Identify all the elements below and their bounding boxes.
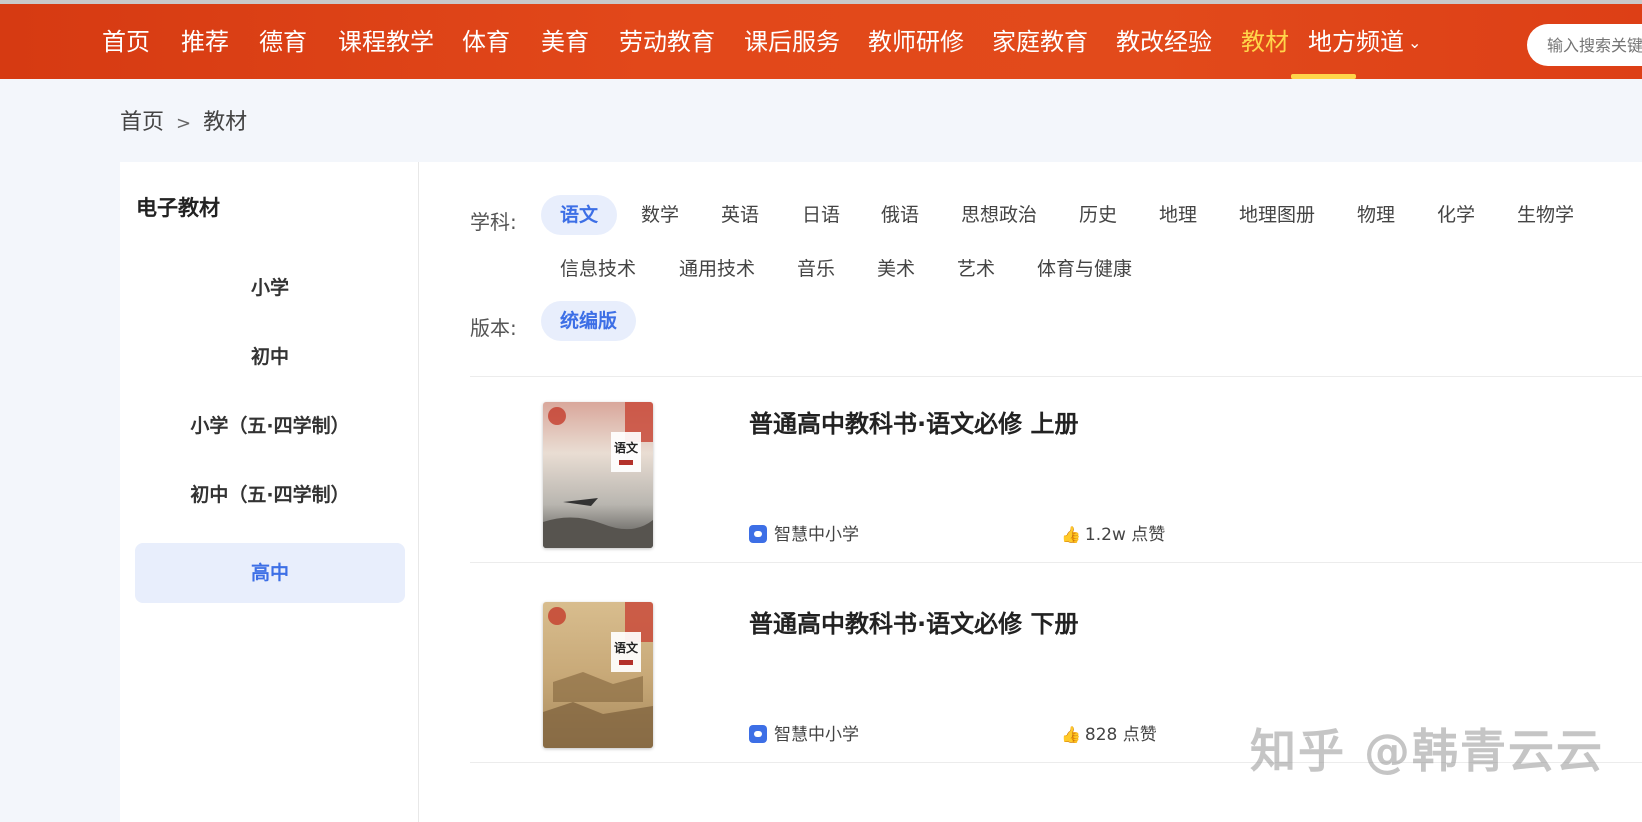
book-cover[interactable]: 语文 (543, 602, 653, 748)
divider (470, 376, 1642, 377)
breadcrumb-separator: > (176, 113, 192, 134)
thumbs-up-icon: 👍 (1061, 525, 1081, 544)
subject-chip-general-tech[interactable]: 通用技术 (679, 249, 755, 289)
like-button[interactable]: 👍 1.2w 点赞 (1061, 520, 1165, 545)
subject-chip-music[interactable]: 音乐 (797, 249, 835, 289)
subject-chip-pe-health[interactable]: 体育与健康 (1037, 249, 1132, 289)
edition-label: 版本: (470, 316, 517, 340)
book-source-label: 智慧中小学 (774, 725, 859, 745)
chevron-down-icon: ⌄ (1408, 33, 1422, 52)
book-card[interactable]: 语文 普通高中教科书·语文必修 上册 智慧中小学 👍 1.2w 点赞 (419, 390, 1642, 600)
subject-chip-physics[interactable]: 物理 (1357, 195, 1395, 235)
breadcrumb-home[interactable]: 首页 (120, 110, 164, 135)
svg-text:语文: 语文 (614, 440, 639, 455)
nav-item-recommend[interactable]: 推荐 (181, 26, 229, 58)
breadcrumb-current: 教材 (203, 110, 248, 135)
platform-icon (749, 725, 767, 743)
platform-icon (749, 525, 767, 543)
thumbs-up-icon: 👍 (1061, 725, 1081, 744)
nav-item-arts[interactable]: 美育 (541, 26, 589, 58)
like-button[interactable]: 👍 828 点赞 (1061, 720, 1157, 745)
subject-chip-art[interactable]: 艺术 (957, 249, 995, 289)
sidebar-item-primary[interactable]: 小学 (135, 258, 405, 318)
edition-chip-unified[interactable]: 统编版 (541, 301, 637, 341)
nav-item-curriculum[interactable]: 课程教学 (338, 26, 434, 58)
nav-item-moral[interactable]: 德育 (259, 26, 307, 58)
sidebar-item-primary-54[interactable]: 小学（五·四学制） (135, 396, 405, 456)
subject-chip-fine-arts[interactable]: 美术 (877, 249, 915, 289)
book-cover-image: 语文 (543, 602, 653, 748)
sidebar-item-senior[interactable]: 高中 (135, 543, 405, 603)
subject-chip-politics[interactable]: 思想政治 (961, 195, 1037, 235)
nav-item-teacher-training[interactable]: 教师研修 (868, 26, 964, 58)
breadcrumb: 首页 > 教材 (120, 104, 247, 136)
subject-chip-math[interactable]: 数学 (641, 195, 679, 235)
like-count: 1.2w 点赞 (1084, 525, 1166, 545)
subject-chip-geo-atlas[interactable]: 地理图册 (1239, 195, 1315, 235)
subject-label: 学科: (470, 210, 517, 234)
subject-chip-it[interactable]: 信息技术 (560, 249, 636, 289)
book-title[interactable]: 普通高中教科书·语文必修 上册 (749, 404, 1078, 439)
nav-item-pe[interactable]: 体育 (462, 26, 510, 58)
top-nav-bar: 首页 推荐 德育 课程教学 体育 美育 劳动教育 课后服务 教师研修 家庭教育 … (0, 0, 1642, 79)
nav-item-local[interactable]: 地方频道 ⌄ (1308, 26, 1421, 59)
subject-chip-japanese[interactable]: 日语 (802, 195, 840, 235)
subject-chip-chinese[interactable]: 语文 (541, 195, 618, 235)
nav-item-family[interactable]: 家庭教育 (992, 26, 1088, 58)
svg-text:语文: 语文 (614, 640, 639, 655)
watermark: 知乎 @韩青云云 (1250, 724, 1605, 778)
book-cover-image: 语文 (543, 402, 653, 548)
sidebar: 电子教材 小学 初中 小学（五·四学制） 初中（五·四学制） 高中 (120, 162, 419, 822)
subject-chip-chemistry[interactable]: 化学 (1437, 195, 1475, 235)
nav-item-home[interactable]: 首页 (102, 26, 150, 58)
nav-item-after-school[interactable]: 课后服务 (744, 26, 840, 58)
subject-chip-geography[interactable]: 地理 (1159, 195, 1197, 235)
search-input[interactable] (1527, 24, 1642, 66)
subject-chip-english[interactable]: 英语 (721, 195, 759, 235)
sidebar-item-junior-54[interactable]: 初中（五·四学制） (135, 465, 405, 525)
subject-chip-history[interactable]: 历史 (1079, 195, 1117, 235)
divider (470, 562, 1642, 563)
book-source-label: 智慧中小学 (774, 525, 859, 545)
like-count: 828 点赞 (1084, 725, 1157, 745)
book-cover[interactable]: 语文 (543, 402, 653, 548)
nav-item-textbooks[interactable]: 教材 (1241, 26, 1289, 58)
subject-chip-russian[interactable]: 俄语 (881, 195, 919, 235)
book-title[interactable]: 普通高中教科书·语文必修 下册 (749, 604, 1078, 639)
nav-item-local-label: 地方频道 (1308, 28, 1404, 56)
nav-item-reform[interactable]: 教改经验 (1116, 26, 1212, 58)
subject-chip-biology[interactable]: 生物学 (1517, 195, 1574, 235)
sidebar-title: 电子教材 (136, 196, 220, 220)
nav-item-labor[interactable]: 劳动教育 (619, 26, 715, 58)
book-source: 智慧中小学 (749, 520, 859, 545)
sidebar-item-junior[interactable]: 初中 (135, 327, 405, 387)
nav-active-indicator (1291, 74, 1356, 79)
book-source: 智慧中小学 (749, 720, 859, 745)
